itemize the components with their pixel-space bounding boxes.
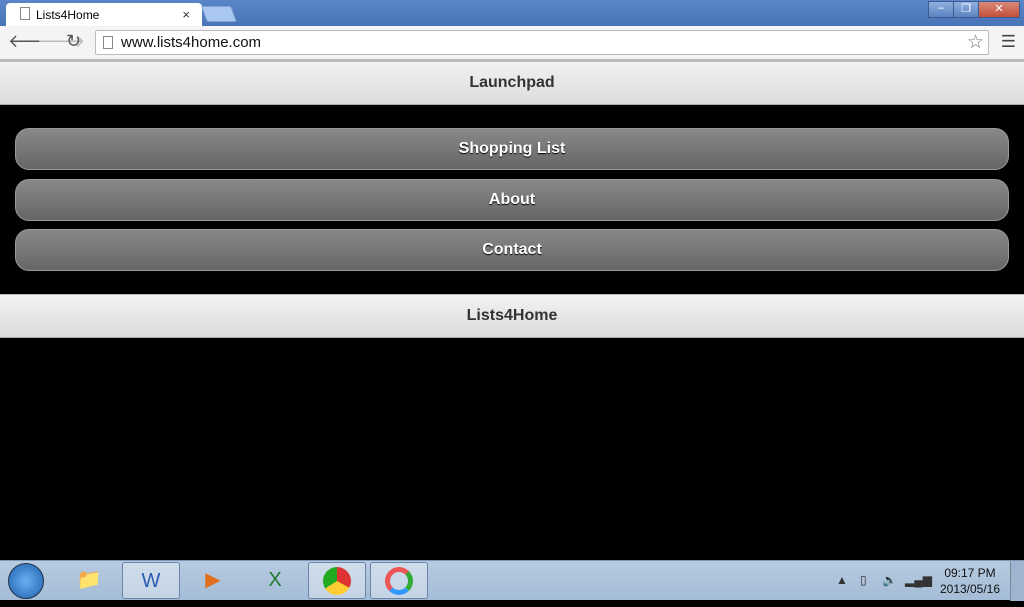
signal-icon[interactable]: ▂▄▆ [905, 573, 932, 587]
volume-icon[interactable]: 🔈 [882, 573, 897, 587]
bookmark-star-icon[interactable]: ☆ [967, 31, 984, 54]
minimize-button[interactable]: – [928, 1, 954, 18]
page-icon [103, 36, 113, 49]
file-explorer-icon[interactable]: 📁 [60, 562, 118, 599]
tab-close-button[interactable]: × [182, 7, 190, 22]
close-window-button[interactable]: ✕ [978, 1, 1020, 18]
menu-icon[interactable]: ☰ [1001, 32, 1016, 52]
show-hidden-icons[interactable]: ▲ [836, 573, 848, 587]
start-button[interactable] [8, 563, 44, 599]
browser-titlebar: Lists4Home × – ❐ ✕ [0, 0, 1024, 26]
excel-icon[interactable]: X [246, 562, 304, 599]
maximize-button[interactable]: ❐ [953, 1, 979, 18]
browser-toolbar: 🡐 🡒 ↻ www.lists4home.com ☆ ☰ [0, 26, 1024, 61]
power-app-icon[interactable] [370, 562, 428, 599]
page-header: Launchpad [0, 61, 1024, 105]
media-player-icon[interactable]: ▶ [184, 562, 242, 599]
reload-icon[interactable]: ↻ [66, 31, 81, 52]
show-desktop-button[interactable] [1010, 561, 1024, 601]
footer-title: Lists4Home [466, 307, 558, 324]
about-button[interactable]: About [15, 179, 1009, 221]
chrome-icon[interactable] [308, 562, 366, 599]
clock-date: 2013/05/16 [939, 582, 1001, 596]
address-bar[interactable]: www.lists4home.com ☆ [95, 30, 989, 55]
shopping-list-button[interactable]: Shopping List [15, 128, 1009, 170]
taskbar: 📁 W ▶ X ▲ ▯ 🔈 ▂▄▆ 09:17 PM 2013/05/16 [0, 560, 1024, 601]
new-tab-button[interactable] [201, 6, 237, 22]
browser-tab[interactable]: Lists4Home × [6, 3, 202, 26]
page-icon [20, 7, 30, 20]
battery-icon[interactable]: ▯ [860, 573, 867, 587]
url-text: www.lists4home.com [121, 34, 262, 51]
page-footer: Lists4Home [0, 294, 1024, 338]
word-icon[interactable]: W [122, 562, 180, 599]
contact-button[interactable]: Contact [15, 229, 1009, 271]
tab-title: Lists4Home [36, 8, 100, 22]
page-title: Launchpad [469, 74, 555, 91]
clock-time: 09:17 PM [944, 566, 996, 580]
clock[interactable]: 09:17 PM 2013/05/16 [935, 565, 1005, 597]
